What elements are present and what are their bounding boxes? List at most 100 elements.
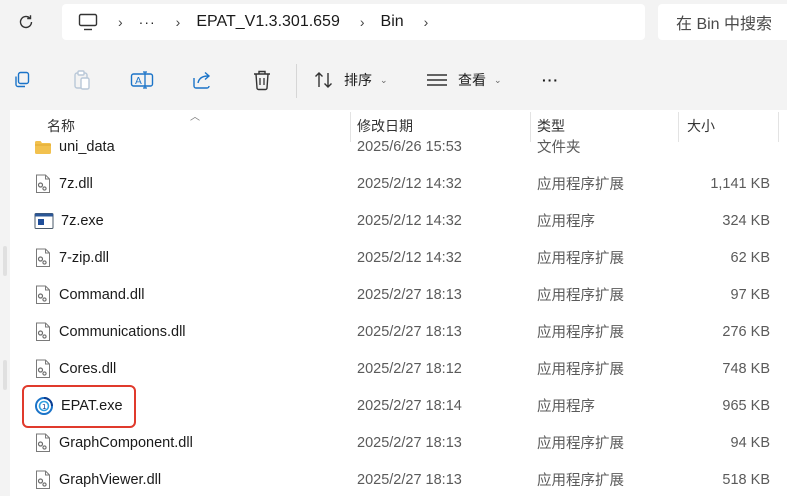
dll-file-icon [34,248,52,268]
file-list: 名称 ︿ 修改日期 类型 大小 uni_data 2025/6/26 15:53 文… [10,110,787,496]
file-type: 应用程序扩展 [537,177,624,193]
exe-7z-icon [34,212,54,230]
file-date: 2025/2/27 18:13 [357,323,462,340]
rename-button[interactable]: A [128,66,156,94]
nav-pane-edge [0,110,10,496]
file-type: 应用程序扩展 [537,473,624,489]
chevron-right-icon[interactable]: › [176,14,181,30]
file-row[interactable]: Communications.dll 2025/2/27 18:13 应用程序扩展 2… [10,313,787,350]
sort-label: 排序 [344,72,372,88]
file-row[interactable]: uni_data 2025/6/26 15:53 文件夹 [10,128,787,165]
dll-file-icon [34,174,52,194]
dll-file-icon [34,433,52,453]
file-size: 62 KB [730,249,771,266]
see-more-button[interactable]: ··· [542,66,559,94]
file-name: Communications.dll [59,323,186,340]
file-name: 7-zip.dll [59,249,109,266]
breadcrumb-bin-folder[interactable]: Bin [381,13,404,31]
file-date: 2025/2/12 14:32 [357,212,462,229]
file-name-cell[interactable]: Cores.dll [34,350,116,387]
resize-handle[interactable] [3,360,7,390]
file-name: GraphComponent.dll [59,434,193,451]
rename-icon: A [130,71,154,89]
file-name-cell[interactable]: Command.dll [34,276,144,313]
trash-icon [254,70,270,91]
address-bar-area: › ··· › EPAT_V1.3.301.659 › Bin › 在 Bin … [0,0,787,44]
file-name-cell[interactable]: Communications.dll [34,313,186,350]
file-date: 2025/2/12 14:32 [357,175,462,192]
file-name-cell[interactable]: GraphComponent.dll [34,424,193,461]
file-type: 文件夹 [537,140,581,156]
file-row[interactable]: 7z.dll 2025/2/12 14:32 应用程序扩展 1,141 KB [10,165,787,202]
file-type: 应用程序扩展 [537,288,624,304]
command-toolbar: A 排序 ⌄ 查看 ⌄ ··· [0,54,787,110]
file-size: 965 KB [722,397,770,414]
file-size: 518 KB [722,471,770,488]
file-name: Cores.dll [59,360,117,377]
sort-button[interactable]: 排序 ⌄ [314,66,388,94]
file-row[interactable]: 7-zip.dll 2025/2/12 14:32 应用程序扩展 62 KB [10,239,787,276]
file-date: 2025/2/27 18:14 [357,397,462,414]
file-date: 2025/6/26 15:53 [357,138,462,155]
copy-button[interactable] [8,66,36,94]
file-size: 1,141 KB [710,175,770,192]
file-row[interactable]: 7z.exe 2025/2/12 14:32 应用程序 324 KB [10,202,787,239]
file-type: 应用程序 [537,399,595,415]
dll-file-icon [34,322,52,342]
breadcrumb-epat-folder[interactable]: EPAT_V1.3.301.659 [196,13,340,31]
chevron-down-icon: ⌄ [380,74,388,85]
refresh-button[interactable] [12,8,40,36]
file-name: Command.dll [59,286,145,303]
delete-button[interactable] [248,66,276,94]
file-type: 应用程序 [537,214,595,230]
highlight-box [22,385,136,428]
share-icon [193,71,211,89]
dll-file-icon [34,285,52,305]
file-name: uni_data [59,138,115,155]
file-date: 2025/2/27 18:13 [357,434,462,451]
file-size: 748 KB [722,360,770,377]
breadcrumb-overflow-button[interactable]: ··· [139,14,156,30]
file-size: 94 KB [730,434,771,451]
dll-file-icon [34,470,52,490]
search-input[interactable]: 在 Bin 中搜索 [658,4,787,40]
file-row[interactable]: Command.dll 2025/2/27 18:13 应用程序扩展 97 KB [10,276,787,313]
file-name-cell[interactable]: 7-zip.dll [34,239,109,276]
file-type: 应用程序扩展 [537,325,624,341]
paste-icon [74,70,90,90]
file-size [670,128,770,165]
sort-icon [315,72,332,88]
file-name: GraphViewer.dll [59,471,162,488]
chevron-right-icon[interactable]: › [118,14,123,30]
resize-handle[interactable] [3,246,7,276]
share-button[interactable] [188,66,216,94]
address-bar[interactable]: › ··· › EPAT_V1.3.301.659 › Bin › [62,4,645,40]
file-row[interactable]: GraphViewer.dll 2025/2/27 18:13 应用程序扩展 518 … [10,461,787,496]
folder-icon [34,139,52,155]
file-row[interactable]: GraphComponent.dll 2025/2/27 18:13 应用程序扩展 9… [10,424,787,461]
file-size: 97 KB [730,286,771,303]
chevron-right-icon[interactable]: › [424,14,429,30]
sort-ascending-icon: ︿ [190,112,200,123]
chevron-right-icon[interactable]: › [360,14,365,30]
file-type: 应用程序扩展 [537,251,624,267]
toolbar-divider [296,64,297,98]
file-name-cell[interactable]: GraphViewer.dll [34,461,161,496]
view-button[interactable]: 查看 ⌄ [426,66,502,94]
refresh-icon [19,15,33,29]
paste-button[interactable] [68,66,96,94]
copy-icon [15,71,30,88]
file-type: 应用程序扩展 [537,436,624,452]
svg-text:A: A [135,76,142,87]
view-list-icon [427,74,447,86]
file-type: 应用程序扩展 [537,362,624,378]
file-row[interactable]: Cores.dll 2025/2/27 18:12 应用程序扩展 748 KB [10,350,787,387]
file-name: 7z.dll [59,175,93,192]
file-name-cell[interactable]: 7z.exe [34,202,104,239]
file-date: 2025/2/27 18:13 [357,286,462,303]
file-name-cell[interactable]: 7z.dll [34,165,93,202]
this-pc-icon[interactable] [78,13,98,31]
file-name-cell[interactable]: uni_data [34,128,115,165]
file-date: 2025/2/12 14:32 [357,249,462,266]
file-size: 276 KB [722,323,770,340]
